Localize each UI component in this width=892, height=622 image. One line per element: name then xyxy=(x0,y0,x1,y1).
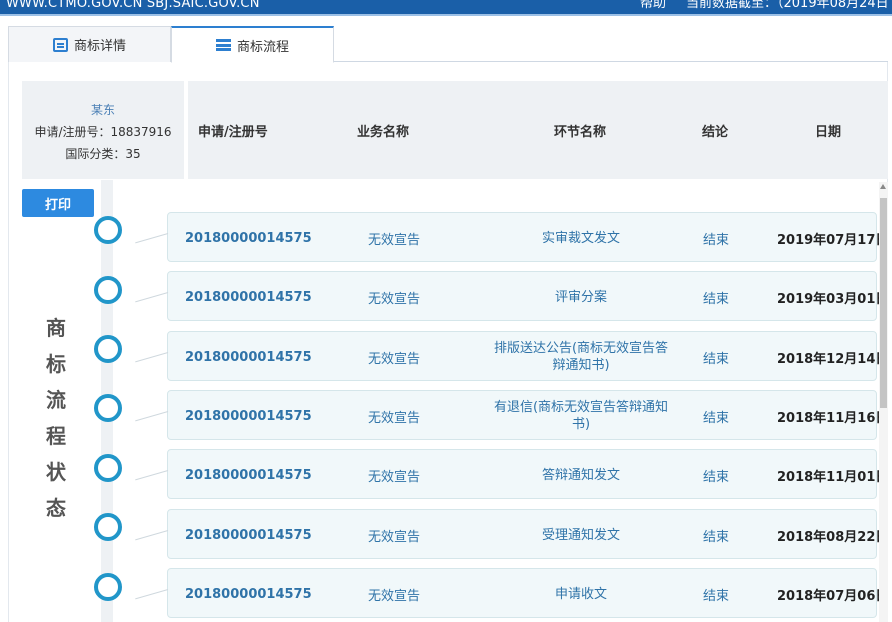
cell-step: 答辩通知发文 xyxy=(541,467,620,483)
print-button[interactable]: 打印 xyxy=(22,189,94,217)
cell-reg-no: 20180000014575 xyxy=(185,408,312,424)
trademark-info: 某东 申请/注册号：18837916 国际分类：35 xyxy=(22,81,184,179)
site-url[interactable]: WWW.CTMO.GOV.CN SBJ.SAIC.GOV.CN xyxy=(6,0,260,10)
help-link[interactable]: 帮助 xyxy=(640,0,666,10)
cell-result: 结束 xyxy=(703,291,730,307)
cell-reg-no: 20180000014575 xyxy=(185,527,312,543)
scroll-thumb[interactable] xyxy=(880,198,887,408)
cell-date: 2018年08月22日 xyxy=(777,529,889,545)
top-bar: WWW.CTMO.GOV.CN SBJ.SAIC.GOV.CN 帮助 当前数据截… xyxy=(0,0,892,14)
cell-result: 结束 xyxy=(703,232,730,248)
cell-business: 无效宣告 xyxy=(368,291,421,307)
cell-date: 2018年11月16日 xyxy=(777,410,889,426)
tab-trademark-process[interactable]: 商标流程 xyxy=(171,26,334,63)
cell-business: 无效宣告 xyxy=(368,529,421,545)
international-class: 国际分类：35 xyxy=(65,147,141,161)
document-icon xyxy=(52,37,68,52)
table-row: 20180000014575 无效宣告 实审裁文发文 结束 2019年07月17… xyxy=(167,212,888,262)
cell-result: 结束 xyxy=(703,351,730,367)
list-icon xyxy=(215,39,231,51)
cell-step: 有退信(商标无效宣告答辩通知书) xyxy=(493,400,669,432)
table-row: 20180000014575 无效宣告 答辩通知发文 结束 2018年11月01… xyxy=(167,449,888,499)
table-row: 20180000014575 无效宣告 有退信(商标无效宣告答辩通知书) 结束 … xyxy=(167,390,888,440)
cell-step: 受理通知发文 xyxy=(541,527,620,543)
cell-reg-no: 20180000014575 xyxy=(185,467,312,483)
cell-reg-no: 20180000014575 xyxy=(185,349,312,365)
cell-business: 无效宣告 xyxy=(368,351,421,367)
timeline-node xyxy=(94,335,122,363)
vertical-scrollbar[interactable] xyxy=(879,182,888,622)
header-result: 结论 xyxy=(702,125,729,140)
data-as-of: 当前数据截至：（2019年08月24日 xyxy=(686,0,889,11)
timeline-node xyxy=(94,216,122,244)
cell-reg-no: 20180000014575 xyxy=(185,230,312,246)
timeline-node xyxy=(94,513,122,541)
cell-date: 2018年11月01日 xyxy=(777,469,889,485)
cell-result: 结束 xyxy=(703,588,730,604)
owner-name: 某东 xyxy=(90,103,115,117)
table-header: 申请/注册号 业务名称 环节名称 结论 日期 xyxy=(188,81,888,179)
cell-date: 2018年07月06日 xyxy=(777,588,889,604)
cell-business: 无效宣告 xyxy=(368,232,421,248)
cell-step: 排版送达公告(商标无效宣告答辩通知书) xyxy=(493,341,669,373)
cell-business: 无效宣告 xyxy=(368,410,421,426)
table-row: 20180000014575 无效宣告 申请收文 结束 2018年07月06日 xyxy=(167,568,888,618)
registration-number: 申请/注册号：18837916 xyxy=(34,125,172,139)
cell-result: 结束 xyxy=(703,410,730,426)
cell-step: 评审分案 xyxy=(554,289,607,305)
timeline-node xyxy=(94,276,122,304)
header-step: 环节名称 xyxy=(554,125,607,140)
cell-business: 无效宣告 xyxy=(368,469,421,485)
tab-bar: 商标详情 商标流程 xyxy=(8,26,888,63)
timeline-node xyxy=(94,394,122,422)
cell-step: 实审裁文发文 xyxy=(541,230,620,246)
header-business: 业务名称 xyxy=(357,125,410,140)
cell-date: 2019年03月01日 xyxy=(777,291,889,307)
cell-reg-no: 20180000014575 xyxy=(185,586,312,602)
header-date: 日期 xyxy=(815,125,842,140)
scroll-up-arrow-icon[interactable] xyxy=(880,184,886,189)
table-row: 20180000014575 无效宣告 排版送达公告(商标无效宣告答辩通知书) … xyxy=(167,331,888,381)
cell-result: 结束 xyxy=(703,529,730,545)
cell-step: 申请收文 xyxy=(554,586,607,602)
tab-trademark-details[interactable]: 商标详情 xyxy=(8,26,171,62)
timeline-node xyxy=(94,454,122,482)
tab-label: 商标流程 xyxy=(236,39,289,55)
cell-date: 2019年07月17日 xyxy=(777,232,889,248)
process-status-title: 商 标 流 程 状 态 xyxy=(46,316,66,520)
cell-business: 无效宣告 xyxy=(368,588,421,604)
top-divider xyxy=(0,14,892,16)
table-row: 20180000014575 无效宣告 评审分案 结束 2019年03月01日 xyxy=(167,271,888,321)
timeline-node xyxy=(94,573,122,601)
tab-label: 商标详情 xyxy=(73,39,126,54)
cell-date: 2018年12月14日 xyxy=(777,351,889,367)
table-row: 20180000014575 无效宣告 受理通知发文 结束 2018年08月22… xyxy=(167,509,888,559)
cell-result: 结束 xyxy=(703,469,730,485)
cell-reg-no: 20180000014575 xyxy=(185,289,312,305)
header-reg-no: 申请/注册号 xyxy=(198,125,268,140)
